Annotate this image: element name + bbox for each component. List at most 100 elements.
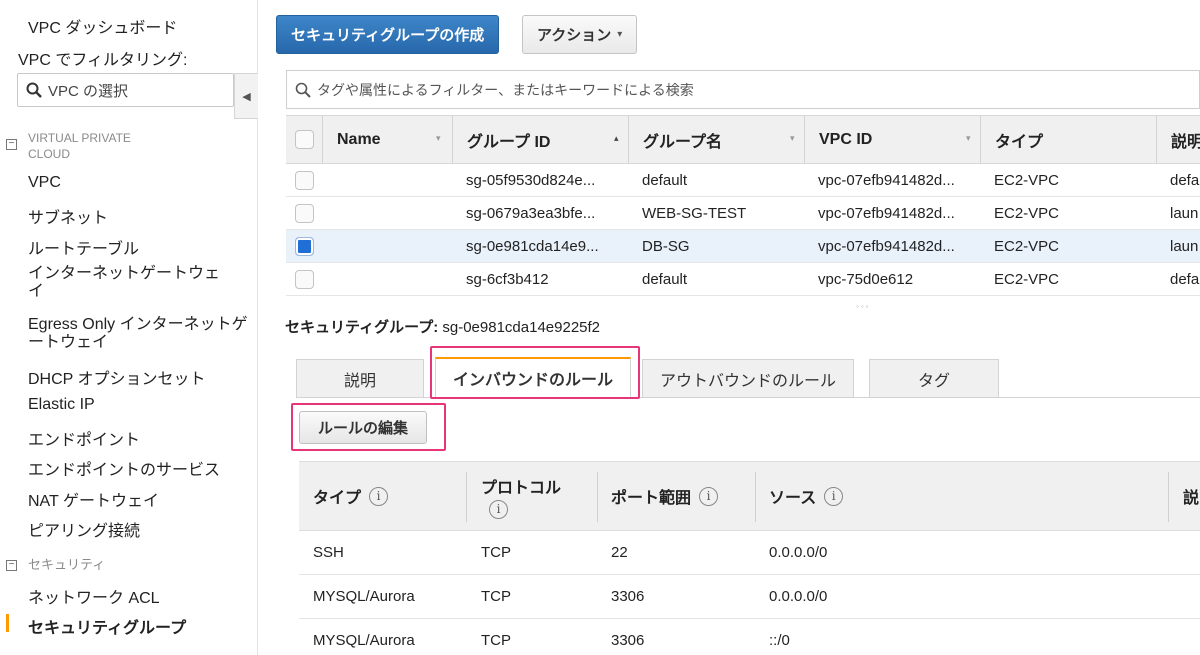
table-row-selected[interactable]: sg-0e981cda14e9... DB-SG vpc-07efb941482… [286, 230, 1200, 263]
column-label: Name [337, 130, 381, 148]
search-input[interactable]: タグや属性によるフィルター、またはキーワードによる検索 [286, 70, 1200, 109]
table-row[interactable]: sg-05f9530d824e... default vpc-07efb9414… [286, 164, 1200, 197]
rule-protocol: TCP [481, 544, 511, 561]
select-all-checkbox[interactable] [294, 130, 314, 149]
column-label: グループ ID [467, 133, 551, 151]
edit-rules-button[interactable]: ルールの編集 [299, 411, 428, 444]
sidebar-item-internet-gateways[interactable]: インターネットゲートウェイ [28, 265, 233, 301]
tab-tags[interactable]: タグ [869, 359, 999, 397]
search-icon [295, 82, 311, 98]
cell-vpc-id: vpc-07efb941482d... [818, 204, 955, 222]
cell-group-name: WEB-SG-TEST [642, 204, 747, 222]
sidebar-item-endpoint-services[interactable]: エンドポイントのサービス [28, 456, 220, 480]
vpc-filter-label: VPC でフィルタリング: [18, 52, 188, 69]
column-header-name[interactable]: Name [322, 116, 452, 163]
sidebar-item-elastic-ip[interactable]: Elastic IP [28, 396, 95, 414]
section-security-label: セキュリティ [28, 557, 106, 572]
sidebar-item-dashboard[interactable]: VPC ダッシュボード [28, 14, 177, 38]
tab-divider [296, 397, 1200, 398]
chevron-down-icon: ▾ [617, 29, 623, 40]
tab-description[interactable]: 説明 [296, 359, 424, 397]
sort-icon[interactable]: ▾ [790, 133, 795, 144]
column-header-vpc-id[interactable]: VPC ID [804, 116, 980, 163]
sidebar-item-vpc[interactable]: VPC [28, 174, 61, 192]
rule-port: 22 [611, 544, 628, 561]
rule-type: MYSQL/Aurora [313, 588, 415, 605]
actions-dropdown-button[interactable]: アクション ▾ [522, 15, 638, 54]
rules-column-description: 説 [1183, 462, 1199, 530]
rule-type: MYSQL/Aurora [313, 632, 415, 649]
column-header-description[interactable]: 説明 [1156, 116, 1200, 163]
cell-vpc-id: vpc-07efb941482d... [818, 171, 955, 189]
create-security-group-button[interactable]: セキュリティグループの作成 [276, 15, 500, 54]
cell-group-id: sg-0679a3ea3bfe... [466, 204, 596, 222]
info-icon[interactable]: i [699, 486, 719, 506]
sidebar-item-endpoints[interactable]: エンドポイント [28, 426, 140, 450]
actions-label: アクション [537, 27, 612, 44]
info-icon[interactable]: i [824, 486, 844, 506]
panel-resize-handle[interactable]: ◦◦◦ [856, 302, 871, 311]
table-header: Name ▾ グループ ID ▴ グループ名 ▾ VPC ID ▾ タイプ 説明 [286, 115, 1200, 164]
search-icon [26, 82, 42, 98]
sidebar-item-nat-gateways[interactable]: NAT ゲートウェイ [28, 487, 159, 511]
rule-port: 3306 [611, 632, 645, 649]
table-row[interactable]: sg-0679a3ea3bfe... WEB-SG-TEST vpc-07efb… [286, 197, 1200, 230]
column-header-group-id[interactable]: グループ ID [452, 116, 628, 163]
rule-protocol: TCP [481, 588, 511, 605]
rule-source: 0.0.0.0/0 [769, 588, 828, 605]
row-checkbox[interactable] [294, 269, 314, 289]
sort-ascending-icon[interactable]: ▴ [614, 133, 619, 144]
cell-description: defa [1170, 270, 1200, 288]
cell-type: EC2-VPC [994, 237, 1060, 255]
main-content: セキュリティグループの作成 アクション ▾ タグや属性によるフィルター、またはキ… [258, 0, 1200, 655]
info-icon[interactable]: i [369, 486, 389, 506]
column-label: タイプ [995, 133, 1044, 151]
cell-group-name: DB-SG [642, 237, 690, 255]
column-label: タイプ [313, 490, 362, 507]
sidebar-item-peering[interactable]: ピアリング接続 [28, 517, 140, 541]
cell-description: laun [1170, 237, 1199, 255]
column-header-type[interactable]: タイプ [980, 116, 1156, 163]
collapse-sidebar-button[interactable]: ◀ [234, 73, 258, 119]
column-label: 説明 [1171, 133, 1200, 151]
sidebar-item-security-groups[interactable]: セキュリティグループ [28, 614, 186, 638]
sidebar: VPC ダッシュボード VPC でフィルタリング: VPC の選択 ◀ − VI… [0, 0, 258, 655]
row-checkbox[interactable] [294, 203, 314, 223]
column-label: VPC ID [819, 130, 873, 148]
rule-row: MYSQL/Aurora TCP 3306 0.0.0.0/0 [299, 575, 1200, 619]
row-checkbox-checked[interactable] [294, 236, 314, 256]
detail-title-label: セキュリティグループ: [285, 319, 439, 336]
rule-source: ::/0 [769, 632, 790, 649]
sidebar-item-egress-only-igw[interactable]: Egress Only インターネットゲートウェイ [28, 316, 253, 352]
detail-title: セキュリティグループ: sg-0e981cda14e9225f2 [285, 316, 600, 337]
sidebar-item-route-tables[interactable]: ルートテーブル [28, 235, 139, 259]
info-icon[interactable]: i [489, 499, 508, 519]
cell-type: EC2-VPC [994, 171, 1060, 189]
cell-group-name: default [642, 270, 688, 288]
rule-row: MYSQL/Aurora TCP 3306 ::/0 [299, 619, 1200, 655]
sort-icon[interactable]: ▾ [436, 133, 441, 144]
rules-column-source: ソース i [769, 462, 844, 530]
rules-column-type: タイプ i [313, 462, 389, 530]
row-checkbox[interactable] [294, 170, 314, 190]
column-header-group-name[interactable]: グループ名 [628, 116, 804, 163]
sidebar-item-network-acl[interactable]: ネットワーク ACL [28, 584, 160, 608]
sort-icon[interactable]: ▾ [966, 133, 971, 144]
sidebar-item-dhcp-options[interactable]: DHCP オプションセット [28, 365, 206, 389]
cell-description: laun [1170, 204, 1199, 222]
security-groups-table: Name ▾ グループ ID ▴ グループ名 ▾ VPC ID ▾ タイプ 説明… [286, 115, 1200, 296]
active-item-marker [6, 614, 9, 632]
cell-type: EC2-VPC [994, 204, 1060, 222]
table-row[interactable]: sg-6cf3b412 default vpc-75d0e612 EC2-VPC… [286, 263, 1200, 296]
vpc-filter-select[interactable]: VPC の選択 [17, 73, 234, 107]
column-label: グループ名 [643, 133, 723, 151]
sidebar-item-subnets[interactable]: サブネット [28, 204, 108, 228]
column-label: 説 [1183, 490, 1200, 507]
tab-inbound-rules[interactable]: インバウンドのルール [435, 357, 631, 397]
cell-description: defa [1170, 171, 1200, 189]
search-placeholder: タグや属性によるフィルター、またはキーワードによる検索 [317, 81, 694, 98]
rule-source: 0.0.0.0/0 [769, 544, 828, 561]
tab-outbound-rules[interactable]: アウトバウンドのルール [642, 359, 854, 397]
rule-protocol: TCP [481, 632, 511, 649]
cell-group-id: sg-0e981cda14e9... [466, 237, 599, 255]
